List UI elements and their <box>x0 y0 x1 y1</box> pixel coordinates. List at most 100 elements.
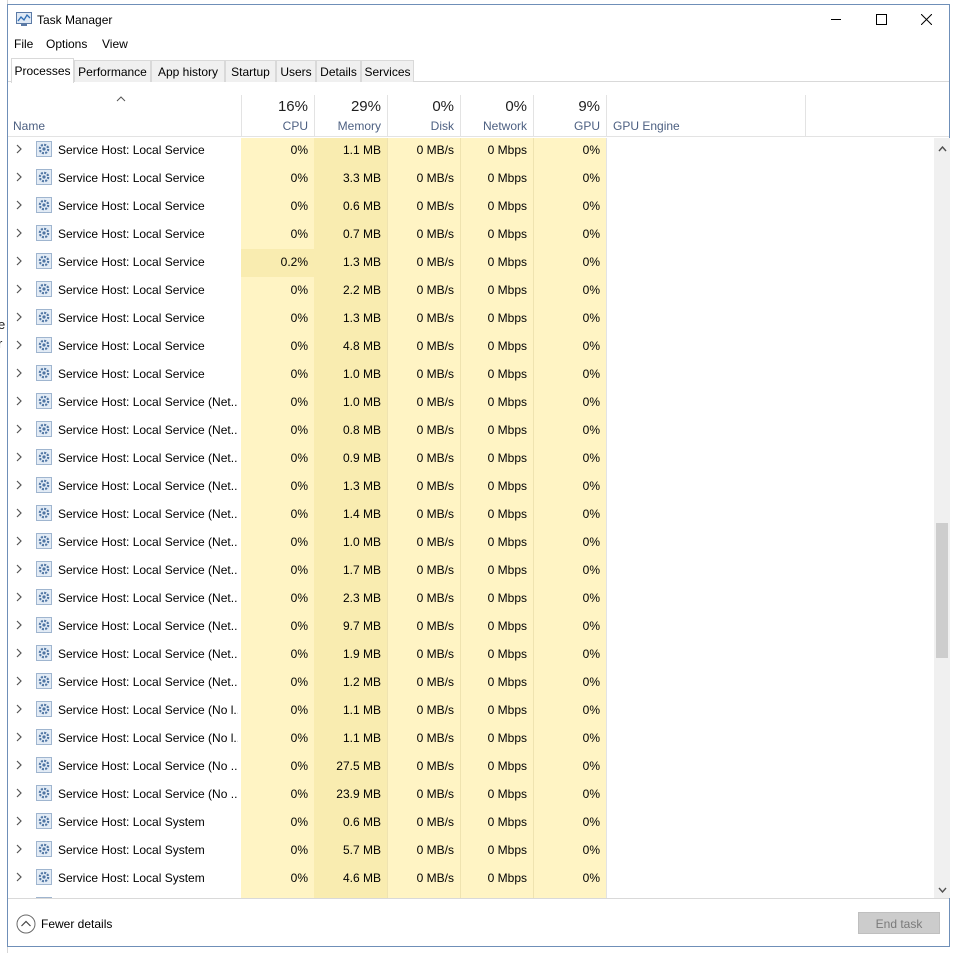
expand-chevron-icon[interactable] <box>15 592 23 602</box>
expand-chevron-icon[interactable] <box>15 256 23 266</box>
table-row[interactable]: Service Host: Local Service (Net... 0% 1.0… <box>8 529 934 557</box>
expand-chevron-icon[interactable] <box>15 340 23 350</box>
service-gear-icon <box>36 589 52 605</box>
column-name[interactable]: Name <box>13 119 45 133</box>
process-name: Service Host: Local Service (Net... <box>58 451 238 465</box>
table-row[interactable]: Service Host: Local Service (No ... 0% 23.… <box>8 781 934 809</box>
menu-options[interactable]: Options <box>46 37 87 51</box>
service-gear-icon <box>36 169 52 185</box>
expand-chevron-icon[interactable] <box>15 816 23 826</box>
scroll-down-icon[interactable] <box>938 887 947 893</box>
column-network[interactable]: 0% Network <box>460 95 533 137</box>
menu-view[interactable]: View <box>102 37 128 51</box>
expand-chevron-icon[interactable] <box>15 396 23 406</box>
end-task-button[interactable]: End task <box>858 912 940 934</box>
expand-chevron-icon[interactable] <box>15 228 23 238</box>
column-cpu[interactable]: 16% CPU <box>241 95 314 137</box>
table-row[interactable]: Service Host: Local Service 0% 1.0 MB 0 MB/… <box>8 361 934 389</box>
maximize-button[interactable] <box>859 5 904 35</box>
menu-file[interactable]: File <box>14 37 33 51</box>
memory-value: 1.7 MB <box>342 563 381 577</box>
vertical-scrollbar[interactable] <box>934 138 950 898</box>
expand-chevron-icon[interactable] <box>15 872 23 882</box>
expand-chevron-icon[interactable] <box>15 620 23 630</box>
gpu-value: 0% <box>582 339 600 353</box>
table-row[interactable]: Service Host: Local Service (Net... 0% 1.0… <box>8 389 934 417</box>
expand-chevron-icon[interactable] <box>15 452 23 462</box>
scroll-up-icon[interactable] <box>938 146 947 152</box>
table-row[interactable]: Service Host: Local Service 0% 1.1 MB 0 MB/… <box>8 138 934 165</box>
table-row[interactable]: Service Host: Local Service 0% 3.3 MB 0 MB/… <box>8 165 934 193</box>
expand-chevron-icon[interactable] <box>15 480 23 490</box>
expand-chevron-icon[interactable] <box>15 368 23 378</box>
column-disk[interactable]: 0% Disk <box>387 95 460 137</box>
table-row[interactable]: Service Host: Local Service (Net... 0% 2.3… <box>8 585 934 613</box>
tab-services[interactable]: Services <box>361 60 414 82</box>
table-row[interactable]: Service Host: Local Service 0% 0.7 MB 0 MB/… <box>8 221 934 249</box>
tab-strip: Processes Performance App history Startu… <box>8 58 949 83</box>
tab-app-history[interactable]: App history <box>151 60 225 82</box>
minimize-button[interactable] <box>814 5 859 35</box>
table-row[interactable]: Service Host: Local System 0% 5.7 MB 0 MB/s… <box>8 837 934 865</box>
disk-column-label: Disk <box>430 119 454 133</box>
expand-chevron-icon[interactable] <box>15 312 23 322</box>
table-row[interactable]: Service Host: Local Service (Net... 0% 1.4… <box>8 501 934 529</box>
table-row[interactable]: Service Host: Local Service (Net... 0% 1.9… <box>8 641 934 669</box>
expand-chevron-icon[interactable] <box>15 844 23 854</box>
table-row[interactable]: Service Host: Local Service (Net... 0% 0.8… <box>8 417 934 445</box>
memory-value: 1.1 MB <box>342 143 381 157</box>
tab-startup[interactable]: Startup <box>225 60 276 82</box>
tab-details[interactable]: Details <box>316 60 361 82</box>
table-row[interactable]: Service Host: Local Service (Net... 0% 1.2… <box>8 669 934 697</box>
expand-chevron-icon[interactable] <box>15 424 23 434</box>
table-row[interactable]: Service Host: Local Service (Net... 0% 1.3… <box>8 473 934 501</box>
memory-value: 0.9 MB <box>342 451 381 465</box>
expand-chevron-icon[interactable] <box>15 536 23 546</box>
close-button[interactable] <box>904 5 949 35</box>
memory-column-label: Memory <box>337 119 381 133</box>
fewer-details-link[interactable]: Fewer details <box>41 917 112 931</box>
table-row[interactable]: Service Host: Local Service (Net... 0% 0.9… <box>8 445 934 473</box>
expand-chevron-icon[interactable] <box>15 760 23 770</box>
table-row[interactable]: Service Host: Local Service 0.2% 1.3 MB 0 M… <box>8 249 934 277</box>
column-gpu[interactable]: 9% GPU <box>533 95 606 137</box>
collapse-chevron-up-icon[interactable] <box>16 914 36 934</box>
table-row[interactable]: Service Host: Local Service (Net... 0% 1.7… <box>8 557 934 585</box>
expand-chevron-icon[interactable] <box>15 704 23 714</box>
table-row[interactable]: Service Host: Local Service 0% 2.2 MB 0 MB/… <box>8 277 934 305</box>
process-name: Service Host: Local Service (No ... <box>58 759 238 773</box>
table-row[interactable]: Service Host: Local Service 0% 1.3 MB 0 MB/… <box>8 305 934 333</box>
expand-chevron-icon[interactable] <box>15 676 23 686</box>
expand-chevron-icon[interactable] <box>15 144 23 154</box>
column-gpu-engine[interactable]: GPU Engine <box>606 95 806 137</box>
expand-chevron-icon[interactable] <box>15 732 23 742</box>
table-row[interactable]: Service Host: Local System 0% 0.6 MB 0 MB/s… <box>8 809 934 837</box>
tab-processes[interactable]: Processes <box>11 58 74 83</box>
table-row[interactable]: Service Host: Local Service 0% 0.6 MB 0 MB/… <box>8 193 934 221</box>
network-value: 0 Mbps <box>487 871 527 885</box>
title-bar[interactable]: Task Manager <box>8 5 949 35</box>
table-row[interactable]: Service Host: Local System 0% 4.6 MB 0 MB/s… <box>8 865 934 893</box>
table-row[interactable]: Service Host: Local Service (Net... 0% 9.7… <box>8 613 934 641</box>
table-row[interactable]: Service Host: Local Service (No l... 0% 1.… <box>8 697 934 725</box>
scrollbar-thumb[interactable] <box>936 523 948 658</box>
table-row[interactable]: Service Host: Local Service (No l... 0% 1.… <box>8 725 934 753</box>
expand-chevron-icon[interactable] <box>15 200 23 210</box>
expand-chevron-icon[interactable] <box>15 284 23 294</box>
service-gear-icon <box>36 533 52 549</box>
expand-chevron-icon[interactable] <box>15 508 23 518</box>
expand-chevron-icon[interactable] <box>15 788 23 798</box>
disk-value: 0 MB/s <box>416 675 454 689</box>
table-row[interactable]: Service Host: Local Service 0% 4.8 MB 0 MB/… <box>8 333 934 361</box>
column-memory[interactable]: 29% Memory <box>314 95 387 137</box>
expand-chevron-icon[interactable] <box>15 648 23 658</box>
disk-value: 0 MB/s <box>416 423 454 437</box>
tab-users[interactable]: Users <box>276 60 316 82</box>
expand-chevron-icon[interactable] <box>15 564 23 574</box>
table-row[interactable]: Service Host: Local Service (No ... 0% 27.… <box>8 753 934 781</box>
service-gear-icon <box>36 253 52 269</box>
network-value: 0 Mbps <box>487 227 527 241</box>
expand-chevron-icon[interactable] <box>15 172 23 182</box>
disk-value: 0 MB/s <box>416 787 454 801</box>
tab-performance[interactable]: Performance <box>74 60 151 82</box>
